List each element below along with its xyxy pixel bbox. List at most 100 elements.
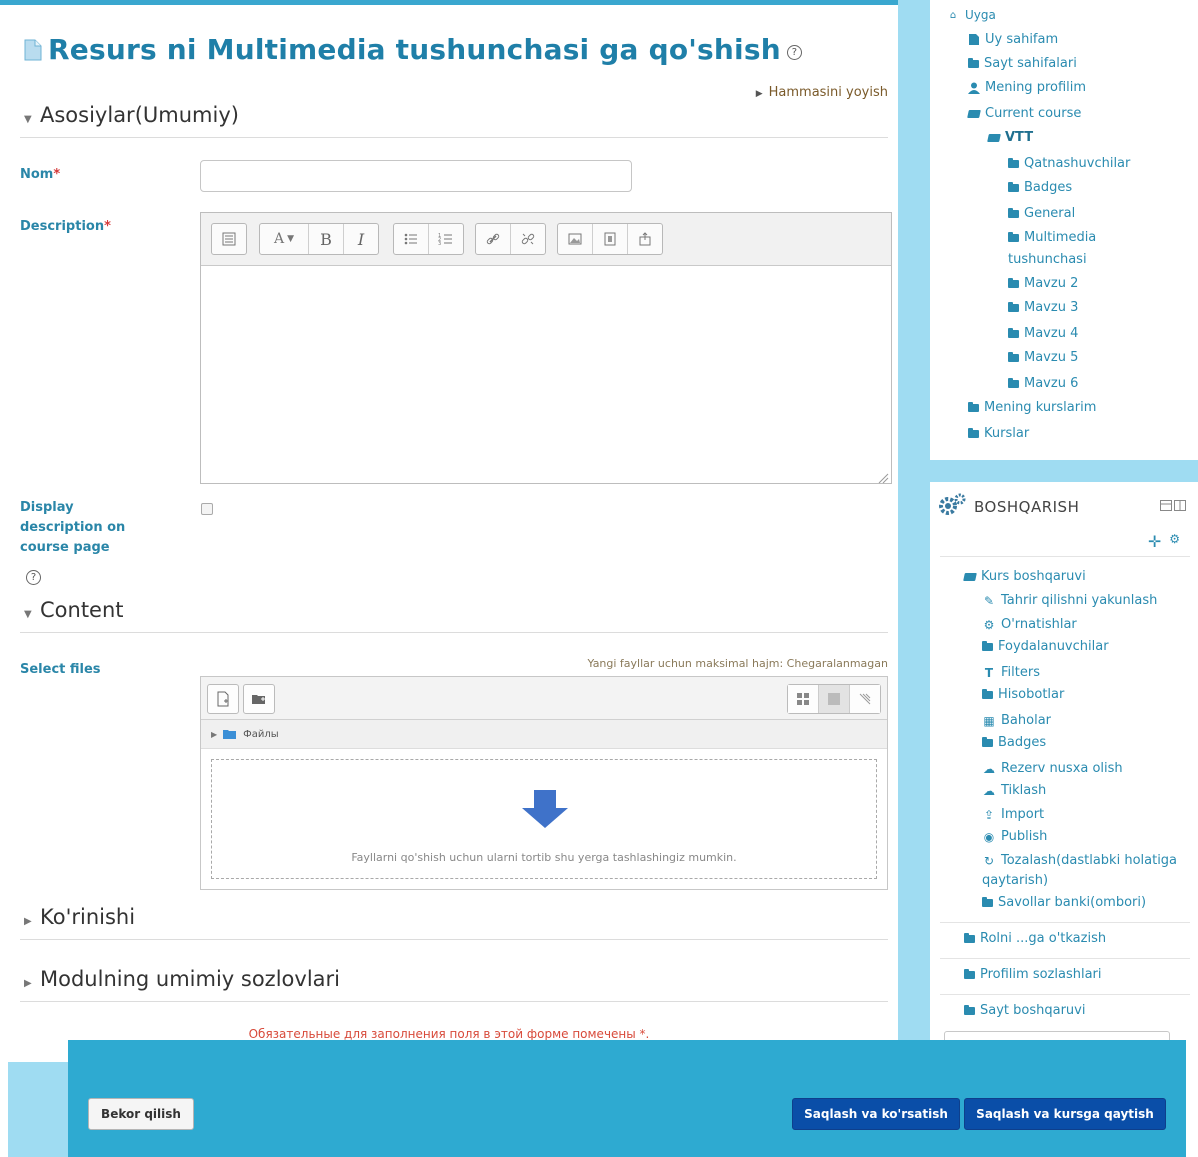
icons-view-icon[interactable]	[788, 685, 819, 713]
admin-item-import[interactable]: ⇪ Import	[982, 807, 1044, 822]
max-file-size-text: Yangi fayllar uchun maksimal hajm: Chega…	[587, 657, 888, 670]
admin-item-filters[interactable]: T Filters	[982, 665, 1040, 680]
nav-item-multimedia[interactable]: Multimedia	[1008, 230, 1096, 245]
file-picker: ▶ Файлы Fayllarni qo'shish uchun ularni …	[200, 676, 888, 890]
file-path-bar: ▶ Файлы	[201, 720, 887, 749]
save-and-display-button[interactable]: Saqlash va ko'rsatish	[792, 1098, 960, 1130]
admin-item-course-admin[interactable]: Kurs boshqaruvi	[963, 569, 1086, 584]
nav-item-mavzu-6[interactable]: Mavzu 6	[1008, 376, 1078, 391]
admin-item-users[interactable]: Foydalanuvchilar	[982, 639, 1109, 654]
folder-icon	[982, 896, 993, 907]
manage-files-icon[interactable]	[628, 224, 662, 254]
nav-item-participants[interactable]: Qatnashuvchilar	[1008, 156, 1130, 171]
link-icon[interactable]	[476, 224, 511, 254]
italic-icon[interactable]: I	[344, 224, 378, 254]
section-general-header[interactable]: ▼ Asosiylar(Umumiy)	[20, 103, 888, 138]
admin-item-publish[interactable]: ◉ Publish	[982, 829, 1048, 844]
cancel-button[interactable]: Bekor qilish	[88, 1098, 194, 1130]
admin-item-badges[interactable]: Badges	[982, 735, 1046, 750]
nav-item-my-courses[interactable]: Mening kurslarim	[968, 400, 1096, 415]
admin-item-grades[interactable]: ▦ Baholar	[982, 713, 1051, 728]
help-icon[interactable]: ?	[786, 45, 802, 60]
nav-item-mavzu-5[interactable]: Mavzu 5	[1008, 350, 1078, 365]
nav-item-general[interactable]: General	[1008, 206, 1075, 221]
numbered-list-icon[interactable]: 123	[429, 224, 463, 254]
admin-item-settings[interactable]: ⚙ O'rnatishlar	[982, 617, 1077, 632]
expand-all-link[interactable]: ▶ Hammasini yoyish	[756, 85, 888, 100]
save-and-return-button[interactable]: Saqlash va kursga qaytish	[964, 1098, 1166, 1130]
move-icon[interactable]: ✛	[1148, 532, 1161, 551]
admin-item-question-bank[interactable]: Savollar banki(ombori)	[982, 895, 1146, 910]
tree-view-icon[interactable]	[850, 685, 880, 713]
section-content-title: Content	[40, 598, 124, 622]
folder-icon	[1008, 301, 1019, 312]
bullet-list-icon[interactable]	[394, 224, 429, 254]
folder-icon	[1008, 231, 1019, 242]
nav-label: Mavzu 5	[1024, 350, 1079, 365]
folder-icon	[964, 932, 975, 943]
folder-icon	[982, 736, 993, 747]
admin-item-profile-settings[interactable]: Profilim sozlashlari	[964, 967, 1102, 982]
folder-icon	[968, 57, 979, 68]
folder-icon	[1008, 327, 1019, 338]
nav-item-mavzu-2[interactable]: Mavzu 2	[1008, 276, 1078, 291]
nav-label: Uyga	[965, 8, 996, 22]
file-picker-toolbar	[201, 677, 887, 720]
admin-label: Baholar	[1001, 713, 1052, 728]
description-label: Description*	[20, 217, 111, 237]
add-file-icon[interactable]	[207, 684, 239, 714]
list-view-icon[interactable]	[819, 685, 850, 713]
folder-icon	[1008, 277, 1019, 288]
footer-gutter	[8, 1062, 68, 1157]
gear-icon[interactable]: ⚙	[1169, 532, 1180, 551]
admin-label: Filters	[1001, 665, 1040, 680]
file-dropzone[interactable]: Fayllarni qo'shish uchun ularni tortib s…	[211, 759, 877, 879]
home-icon: ⌂	[949, 9, 957, 21]
toggle-toolbar-icon[interactable]	[212, 224, 246, 254]
image-icon[interactable]	[558, 224, 593, 254]
font-style-icon[interactable]: A ▼	[260, 224, 309, 254]
nav-item-mavzu-3[interactable]: Mavzu 3	[1008, 300, 1078, 315]
admin-item-backup[interactable]: ☁ Rezerv nusxa olish	[982, 761, 1123, 776]
nav-item-badges[interactable]: Badges	[1008, 180, 1072, 195]
section-common-header[interactable]: ▶ Modulning umimiy sozlovlari	[20, 967, 888, 1002]
nav-item-dashboard[interactable]: Uy sahifam	[968, 32, 1058, 47]
open-folder-icon	[967, 109, 981, 118]
nav-item-courses[interactable]: Kurslar	[968, 426, 1029, 441]
nav-item-site-pages[interactable]: Sayt sahifalari	[968, 56, 1077, 71]
help-icon[interactable]: ?	[26, 570, 41, 585]
admin-item-switch-role[interactable]: Rolni ...ga o'tkazish	[964, 931, 1106, 946]
nav-item-profile[interactable]: Mening profilim	[968, 80, 1086, 95]
folder-icon	[1008, 377, 1019, 388]
caret-right-icon: ▶	[24, 916, 32, 927]
display-description-checkbox[interactable]	[201, 503, 213, 515]
unlink-icon[interactable]	[511, 224, 545, 254]
create-folder-icon[interactable]	[243, 684, 275, 714]
folder-icon	[1008, 207, 1019, 218]
resize-handle-icon[interactable]	[877, 469, 889, 484]
media-icon[interactable]	[593, 224, 628, 254]
admin-item-reports[interactable]: Hisobotlar	[982, 687, 1064, 702]
name-input[interactable]	[200, 160, 632, 192]
nav-item-multimedia-cont[interactable]: tushunchasi	[1008, 252, 1087, 267]
folder-icon	[1008, 181, 1019, 192]
nav-item-mavzu-4[interactable]: Mavzu 4	[1008, 326, 1078, 341]
dock-icon[interactable]	[1160, 500, 1186, 512]
admin-item-reset-cont[interactable]: qaytarish)	[982, 873, 1048, 888]
page-icon	[969, 34, 979, 45]
admin-item-site-admin[interactable]: Sayt boshqaruvi	[964, 1003, 1085, 1018]
admin-item-turn-editing-off[interactable]: ✎ Tahrir qilishni yakunlash	[982, 593, 1157, 608]
nav-item-vtt[interactable]: VTT	[987, 130, 1033, 145]
admin-label: Rolni ...ga o'tkazish	[980, 931, 1107, 946]
editor-content-area[interactable]	[201, 266, 891, 483]
section-content-header[interactable]: ▼ Content	[20, 598, 888, 633]
section-appearance-header[interactable]: ▶ Ko'rinishi	[20, 905, 888, 940]
bold-icon[interactable]: B	[309, 224, 344, 254]
admin-item-reset[interactable]: ↻ Tozalash(dastlabki holatiga	[982, 853, 1177, 868]
nav-item-home[interactable]: ⌂ Uyga	[946, 8, 996, 22]
nav-item-current-course[interactable]: Current course	[967, 106, 1081, 121]
filter-icon: T	[984, 665, 994, 680]
path-folder-label[interactable]: Файлы	[243, 729, 279, 740]
admin-item-restore[interactable]: ☁ Tiklash	[982, 783, 1046, 798]
caret-right-icon: ▶	[211, 729, 218, 739]
